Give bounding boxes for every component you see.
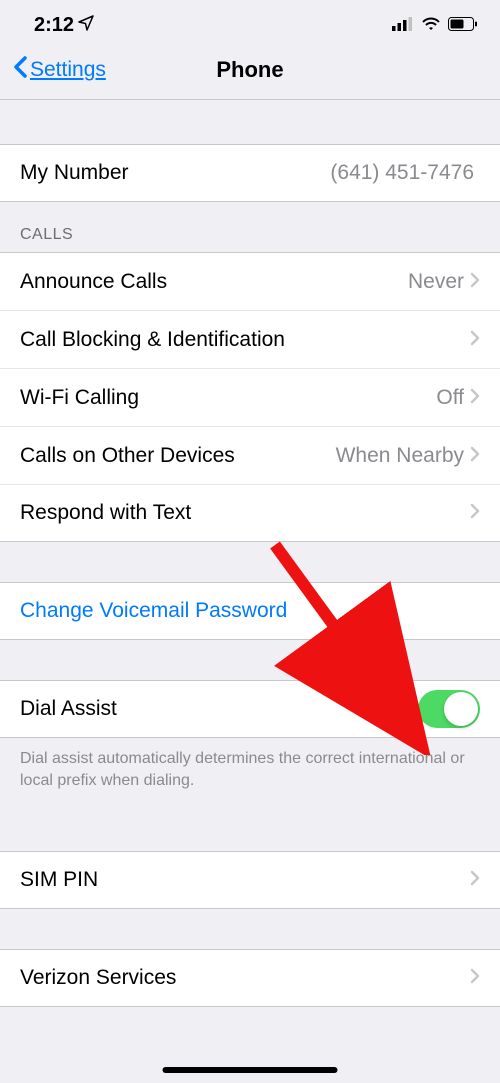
location-icon (78, 14, 94, 37)
row-value: Never (408, 270, 464, 294)
row-label: Calls on Other Devices (20, 444, 336, 468)
dial-assist-label: Dial Assist (20, 697, 418, 721)
row-label: Call Blocking & Identification (20, 328, 470, 352)
sim-pin-label: SIM PIN (20, 868, 470, 892)
back-label: Settings (30, 58, 106, 82)
change-voicemail-password-row[interactable]: Change Voicemail Password (0, 582, 500, 640)
calls-other-devices-row[interactable]: Calls on Other Devices When Nearby (0, 426, 500, 484)
calls-group: Announce Calls Never Call Blocking & Ide… (0, 252, 500, 542)
row-value: Off (436, 386, 464, 410)
wifi-calling-row[interactable]: Wi-Fi Calling Off (0, 368, 500, 426)
dial-assist-toggle[interactable] (418, 690, 480, 728)
chevron-right-icon (470, 966, 480, 990)
dial-assist-row[interactable]: Dial Assist (0, 680, 500, 738)
my-number-label: My Number (20, 161, 330, 185)
row-value: When Nearby (336, 444, 464, 468)
chevron-left-icon (12, 55, 28, 85)
respond-with-text-row[interactable]: Respond with Text (0, 484, 500, 542)
my-number-value: (641) 451-7476 (330, 161, 474, 185)
chevron-right-icon (470, 386, 480, 410)
change-voicemail-password-label: Change Voicemail Password (20, 599, 480, 623)
my-number-row[interactable]: My Number (641) 451-7476 (0, 144, 500, 202)
chevron-right-icon (470, 868, 480, 892)
dial-assist-footer: Dial assist automatically determines the… (0, 738, 500, 801)
chevron-right-icon (470, 444, 480, 468)
row-label: Wi-Fi Calling (20, 386, 436, 410)
nav-bar: Settings Phone (0, 45, 500, 100)
home-indicator (163, 1067, 338, 1073)
call-blocking-row[interactable]: Call Blocking & Identification (0, 310, 500, 368)
announce-calls-row[interactable]: Announce Calls Never (0, 252, 500, 310)
calls-header: CALLS (0, 226, 500, 252)
wifi-icon (421, 14, 441, 37)
row-label: Announce Calls (20, 270, 408, 294)
sim-pin-row[interactable]: SIM PIN (0, 851, 500, 909)
chevron-right-icon (470, 501, 480, 525)
chevron-right-icon (470, 328, 480, 352)
chevron-right-icon (470, 270, 480, 294)
battery-icon (448, 14, 478, 37)
back-button[interactable]: Settings (12, 55, 106, 85)
page-title: Phone (216, 57, 283, 83)
row-label: Respond with Text (20, 501, 470, 525)
status-time: 2:12 (34, 14, 74, 37)
toggle-knob (444, 692, 478, 726)
verizon-services-label: Verizon Services (20, 966, 470, 990)
status-bar: 2:12 (0, 0, 500, 45)
verizon-services-row[interactable]: Verizon Services (0, 949, 500, 1007)
cellular-icon (392, 14, 414, 37)
